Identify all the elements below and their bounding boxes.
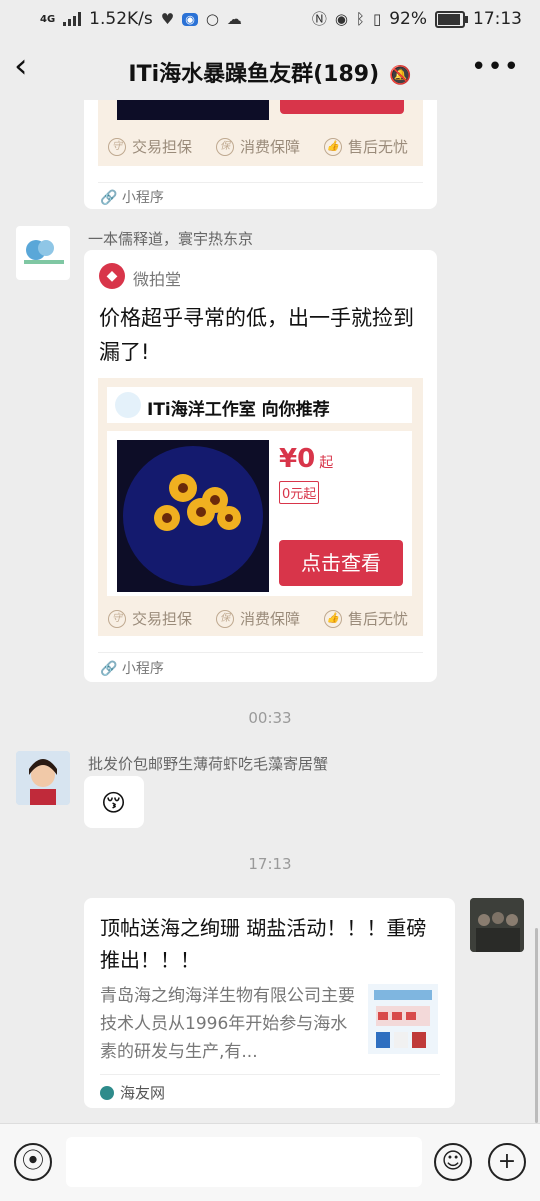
shield-icon: 保 — [216, 609, 235, 628]
product-thumbnail-icon — [368, 984, 438, 1054]
divider — [98, 182, 423, 183]
plus-icon: + — [497, 1149, 517, 1174]
view-button-partial[interactable] — [280, 100, 404, 114]
divider — [98, 652, 423, 653]
voice-button[interactable]: ⦿ — [14, 1143, 52, 1181]
heart-icon: ♥ — [160, 9, 175, 28]
shop-name: ITi海洋工作室 向你推荐 — [147, 400, 330, 420]
more-actions-button[interactable]: + — [488, 1143, 526, 1181]
link-description: 青岛海之绚海洋生物有限公司主要技术人员从1996年开始参与海水素的研发与生产,有… — [100, 986, 355, 1062]
emoji-bubble[interactable]: 😚 — [84, 776, 144, 828]
source-row: 海友网 — [100, 1082, 165, 1103]
shield-icon: 守 — [108, 137, 126, 156]
battery-percent: 92% — [389, 9, 427, 29]
mini-program-label: 🔗 小程序 — [100, 190, 164, 206]
more-button[interactable]: ••• — [471, 54, 520, 80]
my-avatar[interactable] — [470, 898, 524, 952]
avatar[interactable] — [16, 226, 70, 280]
mini-program-icon: 🔗 — [100, 190, 122, 206]
group-photo-icon — [470, 898, 524, 952]
guarantee-row: 守交易担保 保消费保障 👍 售后无忧 — [108, 136, 408, 157]
guarantee-item: 保消费保障 — [216, 136, 300, 157]
smiley-icon: ☺ — [441, 1149, 465, 1174]
sender-name: 一本儒释道，寰宇热东京 — [88, 230, 254, 248]
guarantee-item: 守交易担保 — [108, 136, 192, 157]
source-logo-icon — [100, 1085, 114, 1100]
coral-logo-icon — [24, 240, 64, 264]
emoji-button[interactable]: ☺ — [434, 1143, 472, 1181]
avatar[interactable] — [16, 751, 70, 805]
price: ¥0 起 — [279, 444, 334, 474]
circle-icon: ○ — [205, 9, 219, 28]
product-panel: 守交易担保 保消费保障 👍 售后无忧 — [98, 100, 423, 166]
status-bar: 4G 1.52K/s ♥ ◉ ○ ☁ Ⓝ ◉ ᛒ ▯ 92% 17:13 — [0, 0, 540, 38]
app-name: 微拍堂 — [133, 270, 182, 289]
network-speed: 1.52K/s — [89, 9, 153, 29]
shop-bar: ITi海洋工作室 向你推荐 — [107, 387, 412, 423]
view-details-button[interactable]: 点击查看 — [279, 540, 403, 586]
timestamp: 17:13 — [248, 855, 292, 873]
message-input[interactable] — [66, 1137, 422, 1187]
guarantee-item: 👍 售后无忧 — [324, 608, 408, 629]
thumb-icon: 👍 — [324, 137, 343, 156]
network-indicator: 4G — [40, 13, 56, 25]
link-title: 顶帖送海之绚珊 瑚盐活动！！！重磅推出！！！ — [100, 916, 427, 972]
app-logo-icon: ◆ — [99, 263, 125, 289]
guarantee-row: 守交易担保 保消费保障 👍 售后无忧 — [108, 608, 408, 629]
eye-icon: ◉ — [334, 9, 348, 28]
mute-icon: 🔕 — [389, 65, 412, 86]
guarantee-item: 保消费保障 — [216, 608, 300, 629]
sender-name: 批发价包邮野生薄荷虾吃毛藻寄居蟹 — [88, 755, 329, 773]
app-notification-icon: ◉ — [182, 12, 198, 26]
chat-header: ‹ ITi海水暴躁鱼友群(189) 🔕 ••• — [0, 38, 540, 100]
timestamp: 00:33 — [248, 709, 292, 727]
guarantee-item: 👍 售后无忧 — [324, 136, 408, 157]
divider — [100, 1074, 440, 1075]
chat-title: ITi海水暴躁鱼友群(189) — [128, 62, 380, 87]
emoji: 😚 — [101, 789, 127, 817]
link-card[interactable]: 顶帖送海之绚珊 瑚盐活动！！！重磅推出！！！ 青岛海之绚海洋生物有限公司主要技术… — [84, 898, 455, 1108]
input-bar: ⦿ ☺ + — [0, 1123, 540, 1201]
mini-program-card-2[interactable]: ◆ 微拍堂 价格超乎寻常的低，出一手就捡到漏了! ITi海洋工作室 向你推荐 ¥… — [84, 250, 437, 682]
nfc-icon: Ⓝ — [311, 9, 327, 28]
card-text: 价格超乎寻常的低，出一手就捡到漏了! — [99, 306, 414, 364]
bluetooth-icon: ᛒ — [355, 9, 365, 28]
price-tag: 0元起 — [279, 481, 320, 504]
child-photo-icon — [16, 751, 70, 805]
product-panel: ITi海洋工作室 向你推荐 ¥0 起 0元起 点击查看 守交易担保 保消费保障 … — [98, 378, 423, 636]
signal-icon — [63, 12, 82, 26]
shop-logo-icon — [115, 392, 141, 418]
clock: 17:13 — [473, 9, 522, 29]
voice-icon: ⦿ — [21, 1149, 44, 1174]
vibrate-icon: ▯ — [372, 9, 382, 28]
thumb-icon: 👍 — [324, 609, 343, 628]
shield-icon: 守 — [108, 609, 126, 628]
cloud-icon: ☁ — [226, 9, 242, 28]
guarantee-item: 守交易担保 — [108, 608, 192, 629]
chat-title-wrap: ITi海水暴躁鱼友群(189) 🔕 — [0, 56, 540, 88]
scrollbar[interactable] — [535, 928, 538, 1123]
coral-photo-icon — [123, 446, 263, 586]
product-image — [117, 100, 269, 120]
mini-program-card-1[interactable]: 守交易担保 保消费保障 👍 售后无忧 🔗 小程序 — [84, 100, 437, 209]
product-box: ¥0 起 0元起 点击查看 — [107, 431, 412, 596]
shield-icon: 保 — [216, 137, 235, 156]
mini-program-label: 🔗 小程序 — [100, 661, 164, 677]
mini-program-icon: 🔗 — [100, 661, 122, 677]
battery-icon — [435, 10, 468, 28]
product-image — [117, 440, 269, 592]
link-thumbnail — [368, 984, 438, 1054]
